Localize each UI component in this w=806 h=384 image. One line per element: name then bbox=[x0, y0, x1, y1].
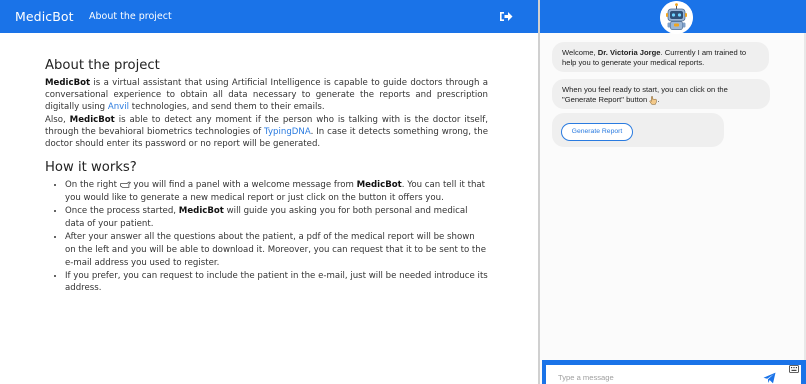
message-input[interactable] bbox=[558, 371, 748, 383]
anvil-link[interactable]: Anvil bbox=[108, 102, 129, 112]
brand-mention: MedicBot bbox=[69, 114, 115, 125]
chat-panel: Welcome, Dr. Victoria Jorge. Currently I… bbox=[538, 0, 806, 384]
message-input-box bbox=[546, 365, 801, 384]
list-item: If you prefer, you can request to includ… bbox=[65, 270, 488, 296]
bot-message-welcome: Welcome, Dr. Victoria Jorge. Currently I… bbox=[552, 42, 769, 72]
bot-message-instructions: When you feel ready to start, you can cl… bbox=[552, 79, 770, 109]
list-item: After your answer all the questions abou… bbox=[65, 231, 488, 270]
pointing-hand-icon bbox=[119, 181, 131, 188]
about-paragraph-1: MedicBot is a virtual assistant that usi… bbox=[45, 78, 488, 113]
list-item: Once the process started, MedicBot will … bbox=[65, 205, 488, 231]
nav-link-about[interactable]: About the project bbox=[89, 11, 172, 22]
doctor-name: Dr. Victoria Jorge bbox=[597, 48, 661, 57]
page-title: About the project bbox=[45, 58, 160, 73]
paper-plane-icon[interactable] bbox=[763, 372, 776, 384]
how-it-works-list: On the right you will find a panel with … bbox=[65, 179, 488, 295]
robot-avatar-icon bbox=[660, 1, 693, 34]
bot-message-actions: Generate Report bbox=[552, 113, 724, 147]
message-bar bbox=[542, 360, 806, 384]
top-navbar: MedicBot About the project bbox=[0, 0, 538, 33]
main-content: About the project MedicBot is a virtual … bbox=[45, 58, 488, 295]
list-item: On the right you will find a panel with … bbox=[65, 179, 488, 205]
chat-header bbox=[540, 0, 806, 34]
keyboard-icon[interactable] bbox=[789, 365, 799, 373]
sign-out-icon[interactable] bbox=[499, 10, 513, 23]
typingdna-link[interactable]: TypingDNA bbox=[264, 127, 311, 137]
brand-name[interactable]: MedicBot bbox=[15, 9, 74, 24]
about-paragraph-2: Also, MedicBot is able to detect any mom… bbox=[45, 114, 489, 150]
brand-mention: MedicBot bbox=[45, 78, 91, 88]
how-it-works-heading: How it works? bbox=[45, 160, 137, 176]
generate-report-button[interactable]: Generate Report bbox=[561, 123, 633, 141]
